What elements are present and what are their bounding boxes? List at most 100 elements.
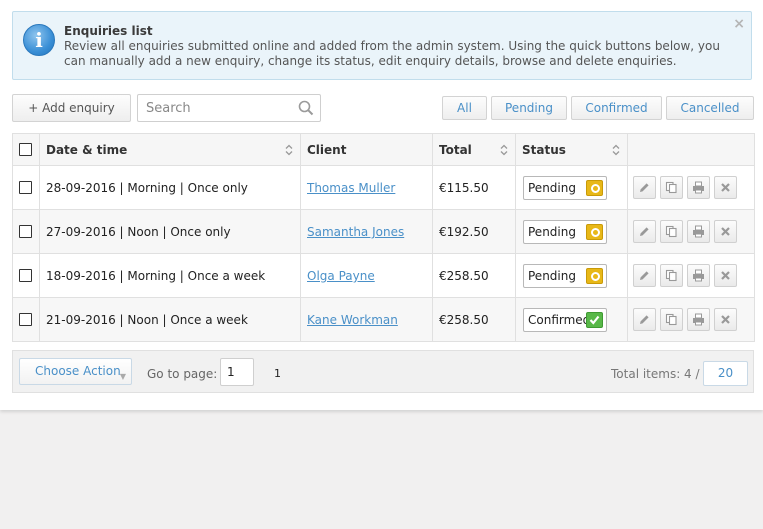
row-checkbox[interactable] [19,225,32,238]
client-link[interactable]: Olga Payne [307,269,375,283]
edit-button[interactable] [633,264,656,287]
pencil-icon [640,227,649,236]
print-button[interactable] [687,220,710,243]
delete-button[interactable] [714,308,737,331]
date-text: 28-09-2016 | Morning | Once only [46,181,248,195]
print-button[interactable] [687,264,710,287]
search-input[interactable] [144,100,294,116]
actions-cell [627,165,755,210]
close-icon [721,183,730,192]
row-checkbox[interactable] [19,269,32,282]
total-cell: €258.50 [432,253,516,298]
pages-total: 1 [274,367,281,380]
row-select-cell[interactable] [12,165,40,210]
client-link[interactable]: Samantha Jones [307,225,404,239]
total-cell: €192.50 [432,209,516,254]
actions-cell [627,253,755,298]
row-select-cell[interactable] [12,209,40,254]
main-panel: i Enquiries list Review all enquiries su… [0,0,763,410]
copy-icon [665,225,677,238]
status-cell: Confirmed [515,297,628,342]
column-date-label: Date & time [46,143,128,157]
table-footer: Choose Action ▼ Go to page: 1 Total item… [12,350,754,393]
client-cell: Thomas Muller [300,165,433,210]
filter-cancelled-button[interactable]: Cancelled [666,96,754,120]
filter-pending-button[interactable]: Pending [491,96,567,120]
search-box[interactable] [137,94,321,122]
client-cell: Kane Workman [300,297,433,342]
duplicate-button[interactable] [660,264,683,287]
goto-page-input[interactable] [220,358,254,386]
column-total-label: Total [439,143,472,157]
header-select-all[interactable] [12,133,40,166]
column-status[interactable]: Status [515,133,628,166]
column-total[interactable]: Total [432,133,516,166]
edit-button[interactable] [633,308,656,331]
print-button[interactable] [687,308,710,331]
duplicate-button[interactable] [660,308,683,331]
table-row: 28-09-2016 | Morning | Once only Thomas … [12,165,755,210]
status-text: Pending [528,269,576,283]
close-icon [721,271,730,280]
status-select[interactable]: Pending [523,176,607,200]
filter-confirmed-button[interactable]: Confirmed [571,96,662,120]
total-text: €258.50 [439,313,489,327]
info-box: i Enquiries list Review all enquiries su… [12,11,752,80]
status-text: Pending [528,181,576,195]
status-select[interactable]: Confirmed [523,308,607,332]
date-text: 18-09-2016 | Morning | Once a week [46,269,266,283]
status-select[interactable]: Pending [523,220,607,244]
delete-button[interactable] [714,264,737,287]
items-per-page-select[interactable]: 20 [703,361,748,386]
row-checkbox[interactable] [19,181,32,194]
print-icon [693,269,704,282]
row-select-cell[interactable] [12,297,40,342]
filter-all-button[interactable]: All [442,96,487,120]
delete-button[interactable] [714,220,737,243]
table-row: 18-09-2016 | Morning | Once a week Olga … [12,253,755,298]
date-cell: 27-09-2016 | Noon | Once only [39,209,301,254]
print-button[interactable] [687,176,710,199]
sort-icon[interactable] [500,144,508,159]
close-icon [721,315,730,324]
sort-icon[interactable] [612,144,620,159]
status-select[interactable]: Pending [523,264,607,288]
pending-icon [586,180,603,196]
actions-cell [627,209,755,254]
row-checkbox[interactable] [19,313,32,326]
close-icon[interactable]: × [733,16,745,32]
client-link[interactable]: Kane Workman [307,313,398,327]
choose-action-dropdown[interactable]: Choose Action ▼ [19,358,132,385]
add-enquiry-button[interactable]: + Add enquiry [12,94,131,122]
status-text: Confirmed [528,313,591,327]
chevron-down-icon: ▼ [119,372,126,381]
date-cell: 21-09-2016 | Noon | Once a week [39,297,301,342]
total-text: €115.50 [439,181,489,195]
enquiries-table: Date & time Client Total Status 28-09-20… [12,133,755,342]
sort-icon[interactable] [285,144,293,159]
duplicate-button[interactable] [660,220,683,243]
edit-button[interactable] [633,176,656,199]
pencil-icon [640,183,649,192]
copy-icon [665,313,677,326]
select-all-checkbox[interactable] [19,143,32,156]
client-link[interactable]: Thomas Muller [307,181,395,195]
table-header-row: Date & time Client Total Status [12,133,755,166]
table-row: 21-09-2016 | Noon | Once a week Kane Wor… [12,297,755,342]
check-icon [586,312,603,328]
status-cell: Pending [515,253,628,298]
choose-action-label: Choose Action [35,364,121,378]
duplicate-button[interactable] [660,176,683,199]
print-icon [693,225,704,238]
edit-button[interactable] [633,220,656,243]
pending-icon [586,224,603,240]
row-select-cell[interactable] [12,253,40,298]
status-text: Pending [528,225,576,239]
info-icon: i [23,24,55,56]
client-cell: Olga Payne [300,253,433,298]
goto-page-label: Go to page: [147,367,218,381]
search-icon[interactable] [298,100,314,119]
column-date[interactable]: Date & time [39,133,301,166]
close-icon [721,227,730,236]
delete-button[interactable] [714,176,737,199]
